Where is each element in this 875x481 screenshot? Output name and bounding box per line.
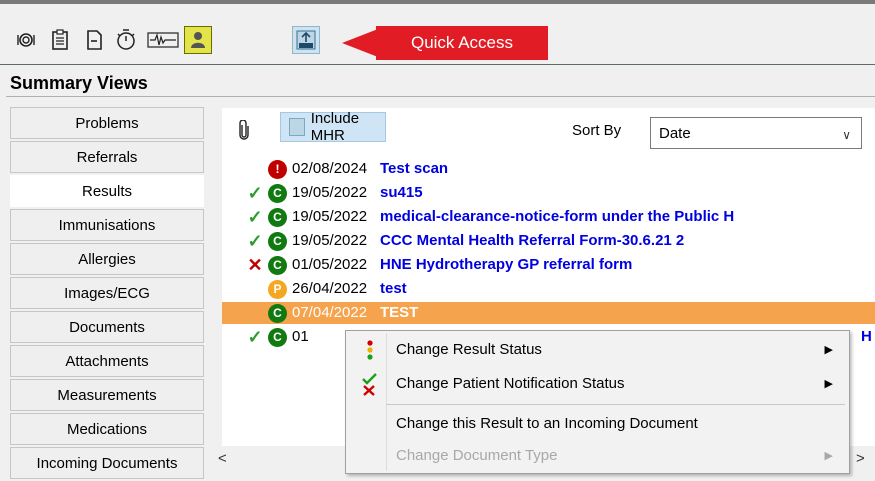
sidebar-item-documents[interactable]: Documents xyxy=(10,311,204,343)
page-title: Summary Views xyxy=(10,73,148,93)
sort-by-label: Sort By xyxy=(572,122,622,139)
result-status-icon: C xyxy=(268,208,287,227)
document-icon[interactable] xyxy=(80,26,108,54)
chevron-down-icon: ∨ xyxy=(842,128,851,142)
menu-item-change-result-status[interactable]: Change Result Status ▶ xyxy=(346,333,849,367)
result-date: 01 xyxy=(292,328,309,345)
quick-access-callout: Quick Access xyxy=(342,26,548,60)
sidebar-item-incoming-documents[interactable]: Incoming Documents xyxy=(10,447,204,479)
result-row[interactable]: P 26/04/2022 test xyxy=(222,278,875,300)
result-name[interactable]: medical-clearance-notice-form under the … xyxy=(380,206,734,228)
result-status-icon: C xyxy=(268,184,287,203)
result-status-icon: C xyxy=(268,304,287,323)
submenu-arrow-icon: ▶ xyxy=(824,378,833,390)
result-status-icon: C xyxy=(268,232,287,251)
result-row[interactable]: ✕ C 01/05/2022 HNE Hydrotherapy GP refer… xyxy=(222,254,875,276)
waveform-icon[interactable] xyxy=(146,26,180,54)
check-cross-icon xyxy=(358,371,382,397)
result-row[interactable]: ✓ C 19/05/2022 CCC Mental Health Referra… xyxy=(222,230,875,252)
result-name[interactable]: H xyxy=(861,326,872,348)
sidebar-item-problems[interactable]: Problems xyxy=(10,107,204,139)
mhr-icon xyxy=(289,118,305,136)
sidebar-item-immunisations[interactable]: Immunisations xyxy=(10,209,204,241)
sidebar-item-medications[interactable]: Medications xyxy=(10,413,204,445)
sort-by-select[interactable]: Date ∨ xyxy=(650,117,862,149)
paperclip-icon[interactable] xyxy=(238,119,250,145)
result-date: 07/04/2022 xyxy=(292,304,368,321)
result-name[interactable]: TEST xyxy=(380,302,418,324)
summary-header: Summary Views xyxy=(0,64,875,96)
sidebar-item-results[interactable]: Results xyxy=(10,175,204,207)
sort-by-value: Date xyxy=(659,124,691,142)
result-date: 19/05/2022 xyxy=(292,208,368,225)
menu-item-label: Change Document Type xyxy=(396,447,558,464)
callout-label: Quick Access xyxy=(376,26,548,60)
submenu-arrow-icon: ▶ xyxy=(824,450,833,462)
callout-arrow xyxy=(342,29,378,57)
include-mhr-button[interactable]: Include MHR xyxy=(280,110,386,144)
cross-icon: ✕ xyxy=(247,255,263,275)
quick-access-toolbar: Quick Access xyxy=(0,0,875,64)
menu-item-change-to-incoming-document[interactable]: Change this Result to an Incoming Docume… xyxy=(346,407,849,441)
sidebar-item-measurements[interactable]: Measurements xyxy=(10,379,204,411)
context-menu: Change Result Status ▶ Change Patient No… xyxy=(345,330,850,474)
scroll-right-button[interactable]: > xyxy=(856,450,865,467)
patient-icon[interactable] xyxy=(184,26,212,54)
result-name[interactable]: CCC Mental Health Referral Form-30.6.21 … xyxy=(380,230,684,252)
menu-item-label: Change Patient Notification Status xyxy=(396,375,625,392)
scroll-left-button[interactable]: < xyxy=(218,450,227,467)
result-row-selected[interactable]: C 07/04/2022 TEST xyxy=(222,302,875,324)
submenu-arrow-icon: ▶ xyxy=(824,344,833,356)
menu-separator xyxy=(386,404,845,405)
summary-sidebar: Problems Referrals Results Immunisations… xyxy=(10,107,204,481)
sidebar-item-attachments[interactable]: Attachments xyxy=(10,345,204,377)
sidebar-item-allergies[interactable]: Allergies xyxy=(10,243,204,275)
timer-icon[interactable] xyxy=(112,26,140,54)
result-status-icon: P xyxy=(268,280,287,299)
result-name[interactable]: HNE Hydrotherapy GP referral form xyxy=(380,254,632,276)
result-row[interactable]: ! 02/08/2024 Test scan xyxy=(222,158,875,180)
check-icon: ✓ xyxy=(247,327,263,347)
mhr-icon[interactable] xyxy=(292,26,320,54)
result-date: 19/05/2022 xyxy=(292,232,368,249)
sidebar-item-images-ecg[interactable]: Images/ECG xyxy=(10,277,204,309)
result-row[interactable]: ✓ C 19/05/2022 medical-clearance-notice-… xyxy=(222,206,875,228)
check-icon: ✓ xyxy=(247,183,263,203)
result-date: 02/08/2024 xyxy=(292,160,368,177)
result-status-icon: C xyxy=(268,328,287,347)
traffic-light-icon xyxy=(358,337,382,363)
result-status-icon: ! xyxy=(268,160,287,179)
result-date: 01/05/2022 xyxy=(292,256,368,273)
result-status-icon: C xyxy=(268,256,287,275)
result-date: 26/04/2022 xyxy=(292,280,368,297)
include-mhr-label: Include MHR xyxy=(310,110,360,144)
result-name[interactable]: Test scan xyxy=(380,158,448,180)
menu-item-label: Change Result Status xyxy=(396,341,542,358)
result-name[interactable]: test xyxy=(380,278,407,300)
clipboard-icon[interactable] xyxy=(46,26,74,54)
check-icon: ✓ xyxy=(247,231,263,251)
sidebar-item-referrals[interactable]: Referrals xyxy=(10,141,204,173)
result-row[interactable]: ✓ C 19/05/2022 su415 xyxy=(222,182,875,204)
menu-item-change-document-type: Change Document Type ▶ xyxy=(346,439,849,473)
menu-item-label: Change this Result to an Incoming Docume… xyxy=(396,415,698,432)
menu-item-change-patient-notification-status[interactable]: Change Patient Notification Status ▶ xyxy=(346,367,849,401)
check-icon: ✓ xyxy=(247,207,263,227)
result-date: 19/05/2022 xyxy=(292,184,368,201)
result-name[interactable]: su415 xyxy=(380,182,423,204)
camera-icon[interactable] xyxy=(12,26,40,54)
